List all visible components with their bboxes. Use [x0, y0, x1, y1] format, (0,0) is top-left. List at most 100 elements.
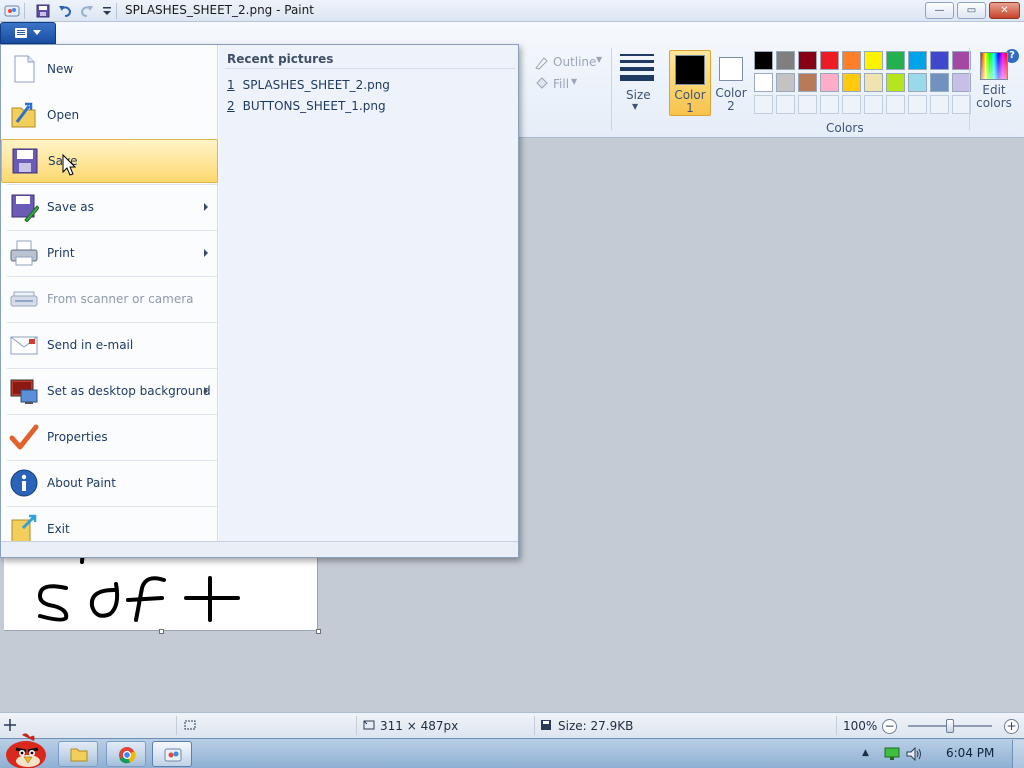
menu-item-send-in-e-mail[interactable]: Send in e-mail: [1, 323, 218, 367]
network-icon[interactable]: [884, 747, 900, 761]
palette-custom-slot[interactable]: [776, 95, 795, 114]
menu-item-open[interactable]: Open: [1, 93, 218, 137]
desktop-background-icon: [10, 379, 38, 404]
folder-icon: [70, 748, 88, 762]
menu-item-label: New: [47, 62, 74, 76]
outline-brush-icon: [535, 57, 548, 70]
cursor-position-icon: [4, 719, 16, 731]
palette-swatch[interactable]: [864, 73, 883, 92]
customize-qat-icon[interactable]: [99, 3, 115, 19]
new-file-icon: [14, 55, 35, 83]
show-hidden-icons-button[interactable]: ▲: [862, 748, 869, 758]
palette-swatch[interactable]: [798, 73, 817, 92]
palette-swatch[interactable]: [820, 73, 839, 92]
paint-app-icon[interactable]: [4, 3, 20, 19]
palette-swatch[interactable]: [886, 51, 905, 70]
recent-pictures-panel: Recent pictures 1 SPLASHES_SHEET_2.png 2B…: [219, 45, 518, 541]
menu-item-label: From scanner or camera: [47, 292, 194, 306]
outline-dropdown-arrow: ▼: [596, 55, 603, 64]
file-menu-icon: [15, 28, 27, 38]
selection-size-icon: [184, 720, 196, 730]
palette-swatch[interactable]: [754, 51, 773, 70]
menu-item-about-paint[interactable]: About Paint: [1, 461, 218, 505]
palette-swatch[interactable]: [842, 73, 861, 92]
clock[interactable]: 6:04 PM: [946, 746, 994, 760]
taskbar-paint-button[interactable]: [152, 741, 192, 767]
menu-item-set-as-desktop-background[interactable]: Set as desktop background: [1, 369, 218, 413]
minimize-button[interactable]: —: [925, 2, 954, 19]
palette-custom-slot[interactable]: [886, 95, 905, 114]
scanner-icon: [10, 291, 38, 307]
volume-icon[interactable]: [906, 747, 922, 761]
palette-custom-slot[interactable]: [798, 95, 817, 114]
palette-swatch[interactable]: [842, 51, 861, 70]
menu-item-label: Open: [47, 108, 80, 122]
palette-swatch[interactable]: [930, 51, 949, 70]
menu-item-label: Send in e-mail: [47, 338, 134, 352]
taskbar-explorer-button[interactable]: [58, 741, 98, 767]
palette-swatch[interactable]: [908, 73, 927, 92]
color2-button[interactable]: Color 2: [713, 50, 749, 116]
close-button[interactable]: ✕: [989, 2, 1020, 19]
open-folder-icon: [11, 102, 36, 128]
color1-button[interactable]: Color 1: [669, 50, 711, 116]
recent-item[interactable]: 1 SPLASHES_SHEET_2.png: [227, 78, 390, 92]
size-dropdown-arrow: ▼: [632, 102, 639, 111]
palette-swatch[interactable]: [908, 51, 927, 70]
zoom-out-button[interactable]: −: [882, 719, 897, 734]
palette-swatch[interactable]: [776, 51, 795, 70]
edit-colors-button[interactable]: Edit colors: [976, 52, 1012, 110]
palette-swatch[interactable]: [886, 73, 905, 92]
zoom-slider-thumb[interactable]: [946, 719, 954, 733]
recent-pictures-heading: Recent pictures: [227, 52, 334, 66]
color1-swatch: [675, 55, 705, 85]
redo-icon[interactable]: [79, 3, 95, 19]
palette-custom-slot[interactable]: [820, 95, 839, 114]
save-disk-icon: [12, 148, 38, 174]
color2-swatch: [719, 57, 743, 81]
menu-item-save[interactable]: Save: [1, 139, 218, 183]
palette-swatch[interactable]: [820, 51, 839, 70]
palette-custom-slot[interactable]: [908, 95, 927, 114]
size-label[interactable]: Size: [626, 88, 651, 102]
palette-swatch[interactable]: [930, 73, 949, 92]
palette-custom-slot[interactable]: [842, 95, 861, 114]
undo-icon[interactable]: [57, 3, 73, 19]
resize-handle-corner[interactable]: [316, 629, 321, 634]
menu-item-from-scanner-or-camera: From scanner or camera: [1, 277, 218, 321]
palette-custom-slot[interactable]: [754, 95, 773, 114]
menu-item-label: Print: [47, 246, 75, 260]
edit-colors-label: Edit colors: [976, 83, 1012, 110]
palette-swatch[interactable]: [754, 73, 773, 92]
chevron-down-icon: [33, 30, 41, 35]
palette-swatch[interactable]: [798, 51, 817, 70]
menu-item-save-as[interactable]: Save as: [1, 185, 218, 229]
fill-button[interactable]: Fill: [553, 77, 569, 91]
file-menu-button[interactable]: [0, 22, 56, 44]
zoom-in-button[interactable]: +: [1004, 719, 1019, 734]
menu-item-new[interactable]: New: [1, 47, 218, 91]
show-desktop-button[interactable]: [1012, 740, 1024, 768]
palette-swatch[interactable]: [776, 73, 795, 92]
info-icon: [10, 469, 38, 497]
menu-item-label: Set as desktop background: [47, 384, 211, 398]
menu-item-properties[interactable]: Properties: [1, 415, 218, 459]
palette-swatch[interactable]: [864, 51, 883, 70]
angry-bird-start-icon[interactable]: [2, 731, 50, 768]
palette-custom-slot[interactable]: [864, 95, 883, 114]
size-lines-icon[interactable]: [620, 54, 654, 81]
taskbar-chrome-button[interactable]: [106, 741, 146, 767]
menu-item-print[interactable]: Print: [1, 231, 218, 275]
title-bar: SPLASHES_SHEET_2.png - Paint — ▭ ✕: [0, 0, 1024, 22]
maximize-button[interactable]: ▭: [957, 2, 986, 19]
outline-button[interactable]: Outline: [553, 55, 596, 69]
mouse-cursor-icon: [62, 154, 77, 176]
color2-label: Color 2: [715, 86, 747, 113]
save-icon[interactable]: [35, 3, 51, 19]
colors-group-label: Colors: [826, 121, 864, 135]
recent-item[interactable]: 2 BUTTONS_SHEET_1.png: [227, 99, 386, 113]
resize-handle-bottom[interactable]: [159, 629, 164, 634]
menu-item-label: About Paint: [47, 476, 116, 490]
palette-custom-slot[interactable]: [930, 95, 949, 114]
taskbar: ▲ 6:04 PM: [0, 733, 1024, 768]
